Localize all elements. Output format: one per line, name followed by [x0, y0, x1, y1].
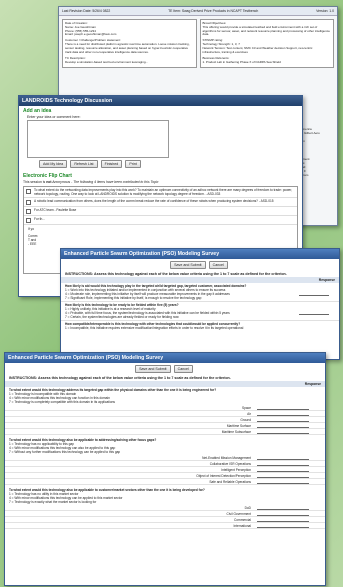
info-line: Network Tension: Test content, NMC C3 an…: [202, 45, 313, 54]
refresh-list-button[interactable]: Refresh List: [70, 160, 98, 168]
response-input[interactable]: [257, 512, 309, 516]
fragment: - EEE: [28, 242, 37, 246]
save-and-submit-button[interactable]: Save and Submit: [135, 365, 171, 373]
response-input[interactable]: [257, 406, 309, 410]
info-line: 1. Product Lab in Gathering Phase X of D…: [202, 60, 281, 65]
scale-line: 7 = Technology is exactly what the marke…: [9, 500, 97, 504]
print-button[interactable]: Print: [125, 160, 141, 168]
scale-line: 1 = Incompatible, this initiative requir…: [65, 326, 244, 330]
list-item[interactable]: A robotic lead communication from others…: [24, 198, 297, 207]
survey-main-button-row: Save and Submit Cancel: [5, 363, 325, 375]
checkbox-icon[interactable]: [26, 189, 31, 194]
row-label: Collaborative ISR Operations: [209, 461, 251, 466]
survey-question: How likely is this technology to be read…: [61, 301, 339, 320]
anon-suffix: Anonymous - The following 4 items have b…: [51, 180, 159, 184]
info-line: Develop a simulation-based test bed envi…: [65, 60, 149, 65]
response-input[interactable]: [299, 292, 329, 296]
info-line: Email: joseph.e.geoshtman@faux.com: [65, 32, 117, 37]
cancel-button[interactable]: Cancel: [173, 365, 193, 373]
scale-line: 7 = Certain, the system/technologies are…: [65, 315, 179, 319]
info-line: This offering would provide a simulated …: [202, 24, 330, 37]
response-input[interactable]: [257, 412, 309, 416]
list-item[interactable]: For th...: [24, 216, 297, 225]
finished-button[interactable]: Finished: [100, 160, 123, 168]
survey-question: How likely is aid would this technology …: [61, 283, 339, 301]
row-label: Air: [247, 411, 251, 416]
add-my-idea-button[interactable]: Add My Idea: [39, 160, 68, 168]
checkbox-icon[interactable]: [26, 200, 31, 205]
list-item[interactable]: To what extent do the networking data im…: [24, 187, 297, 198]
discussion-titlebar: LANDROIDS Technology Discussion: [19, 96, 302, 106]
survey-question: To what extent would this technology add…: [5, 387, 325, 405]
row-label: Space: [241, 405, 251, 410]
response-input[interactable]: [257, 462, 309, 466]
idea-button-row: Add My Idea Refresh List Finished Print: [19, 158, 302, 170]
revision-date: Last Revision Date: 5/26/4 0822: [62, 9, 111, 13]
response-input[interactable]: [257, 506, 309, 510]
survey-window-small: Enhanced Particle Swarm Optimization (PS…: [60, 248, 340, 360]
response-input[interactable]: [299, 311, 329, 315]
list-item-text: For ATC team - Paulette Bose: [34, 208, 77, 212]
partial-item-fragments: If yo Comm T and - EEE: [24, 225, 297, 248]
survey-question: How compatible/interoperable is this tec…: [61, 320, 339, 331]
flip-chart-heading: Electronic Flip Chart: [23, 173, 72, 179]
response-input[interactable]: [257, 424, 309, 428]
row-label: Civil Government: [226, 511, 251, 516]
response-input[interactable]: [257, 474, 309, 478]
sector-row: International: [5, 523, 325, 529]
row-label: Maritime Subsurface: [221, 429, 251, 434]
document-title: TE Item: Swag Derived Prize Products in …: [168, 9, 259, 13]
row-label: Intelligent Perception: [221, 467, 251, 472]
response-input[interactable]: [257, 456, 309, 460]
row-label: DoD: [244, 505, 251, 510]
row-label: Object of Interest Detection/Perception: [196, 473, 251, 478]
survey-window-main: Enhanced Particle Swarm Optimization (PS…: [4, 352, 326, 586]
checkbox-icon[interactable]: [26, 209, 31, 214]
response-input[interactable]: [257, 468, 309, 472]
list-item[interactable]: For ATC team - Paulette Bose: [24, 207, 297, 216]
document-header: Last Revision Date: 5/26/4 0822 TE Item:…: [59, 7, 337, 16]
version-label: Version: 1.0: [316, 9, 334, 13]
survey-small-button-row: Save and Submit Cancel: [61, 259, 339, 271]
add-idea-heading: Add an idea: [23, 108, 52, 114]
row-label: Ground: [240, 417, 251, 422]
row-label: Net-Enabled Mission Management: [202, 455, 251, 460]
cancel-button[interactable]: Cancel: [208, 261, 228, 269]
gap-row: Safe and Reliable Operations: [5, 479, 325, 485]
prompt-label: Enter your idea or comment here:: [27, 115, 81, 119]
list-item-text: For th...: [34, 217, 45, 221]
info-left-box: Date of Creation: Name: Joe Geoshtman Ph…: [62, 19, 197, 68]
domain-row: Maritime Subsurface: [5, 429, 325, 435]
row-label: Safe and Reliable Operations: [209, 479, 251, 484]
response-input[interactable]: [257, 480, 309, 484]
survey-question: To what extent would this technology als…: [5, 487, 325, 505]
checkbox-icon[interactable]: [26, 218, 31, 223]
response-input[interactable]: [257, 518, 309, 522]
info-line: There is a need for distributed platform…: [65, 41, 190, 54]
anon-prefix: This session is: [23, 180, 47, 184]
response-input[interactable]: [257, 524, 309, 528]
survey-question: To what extent would this technology als…: [5, 437, 325, 455]
survey-main-titlebar: Enhanced Particle Swarm Optimization (PS…: [5, 353, 325, 363]
save-and-submit-button[interactable]: Save and Submit: [170, 261, 206, 269]
scale-line: 7 = Without any further modifications th…: [9, 450, 121, 454]
document-body: Date of Creation: Name: Joe Geoshtman Ph…: [59, 16, 337, 71]
info-right-box: Broad Objectives: This offering would pr…: [199, 19, 334, 68]
row-label: International: [233, 523, 251, 528]
survey-small-titlebar: Enhanced Particle Swarm Optimization (PS…: [61, 249, 339, 259]
response-input[interactable]: [257, 430, 309, 434]
idea-textarea[interactable]: [27, 120, 169, 158]
list-item-text: To what extent do the networking data im…: [34, 188, 293, 196]
scale-line: 7 = Technology is completely compatible …: [9, 400, 115, 404]
list-item-text: A robotic lead communication from others…: [34, 199, 274, 203]
fragment: If yo: [28, 227, 35, 231]
row-label: Maritime Surface: [226, 423, 251, 428]
scale-line: 7 = Significant Role, implementing this …: [65, 296, 202, 300]
anonymity-note: This session is not Anonymous - The foll…: [19, 180, 302, 184]
response-input[interactable]: [257, 418, 309, 422]
row-label: Commercial: [233, 517, 251, 522]
